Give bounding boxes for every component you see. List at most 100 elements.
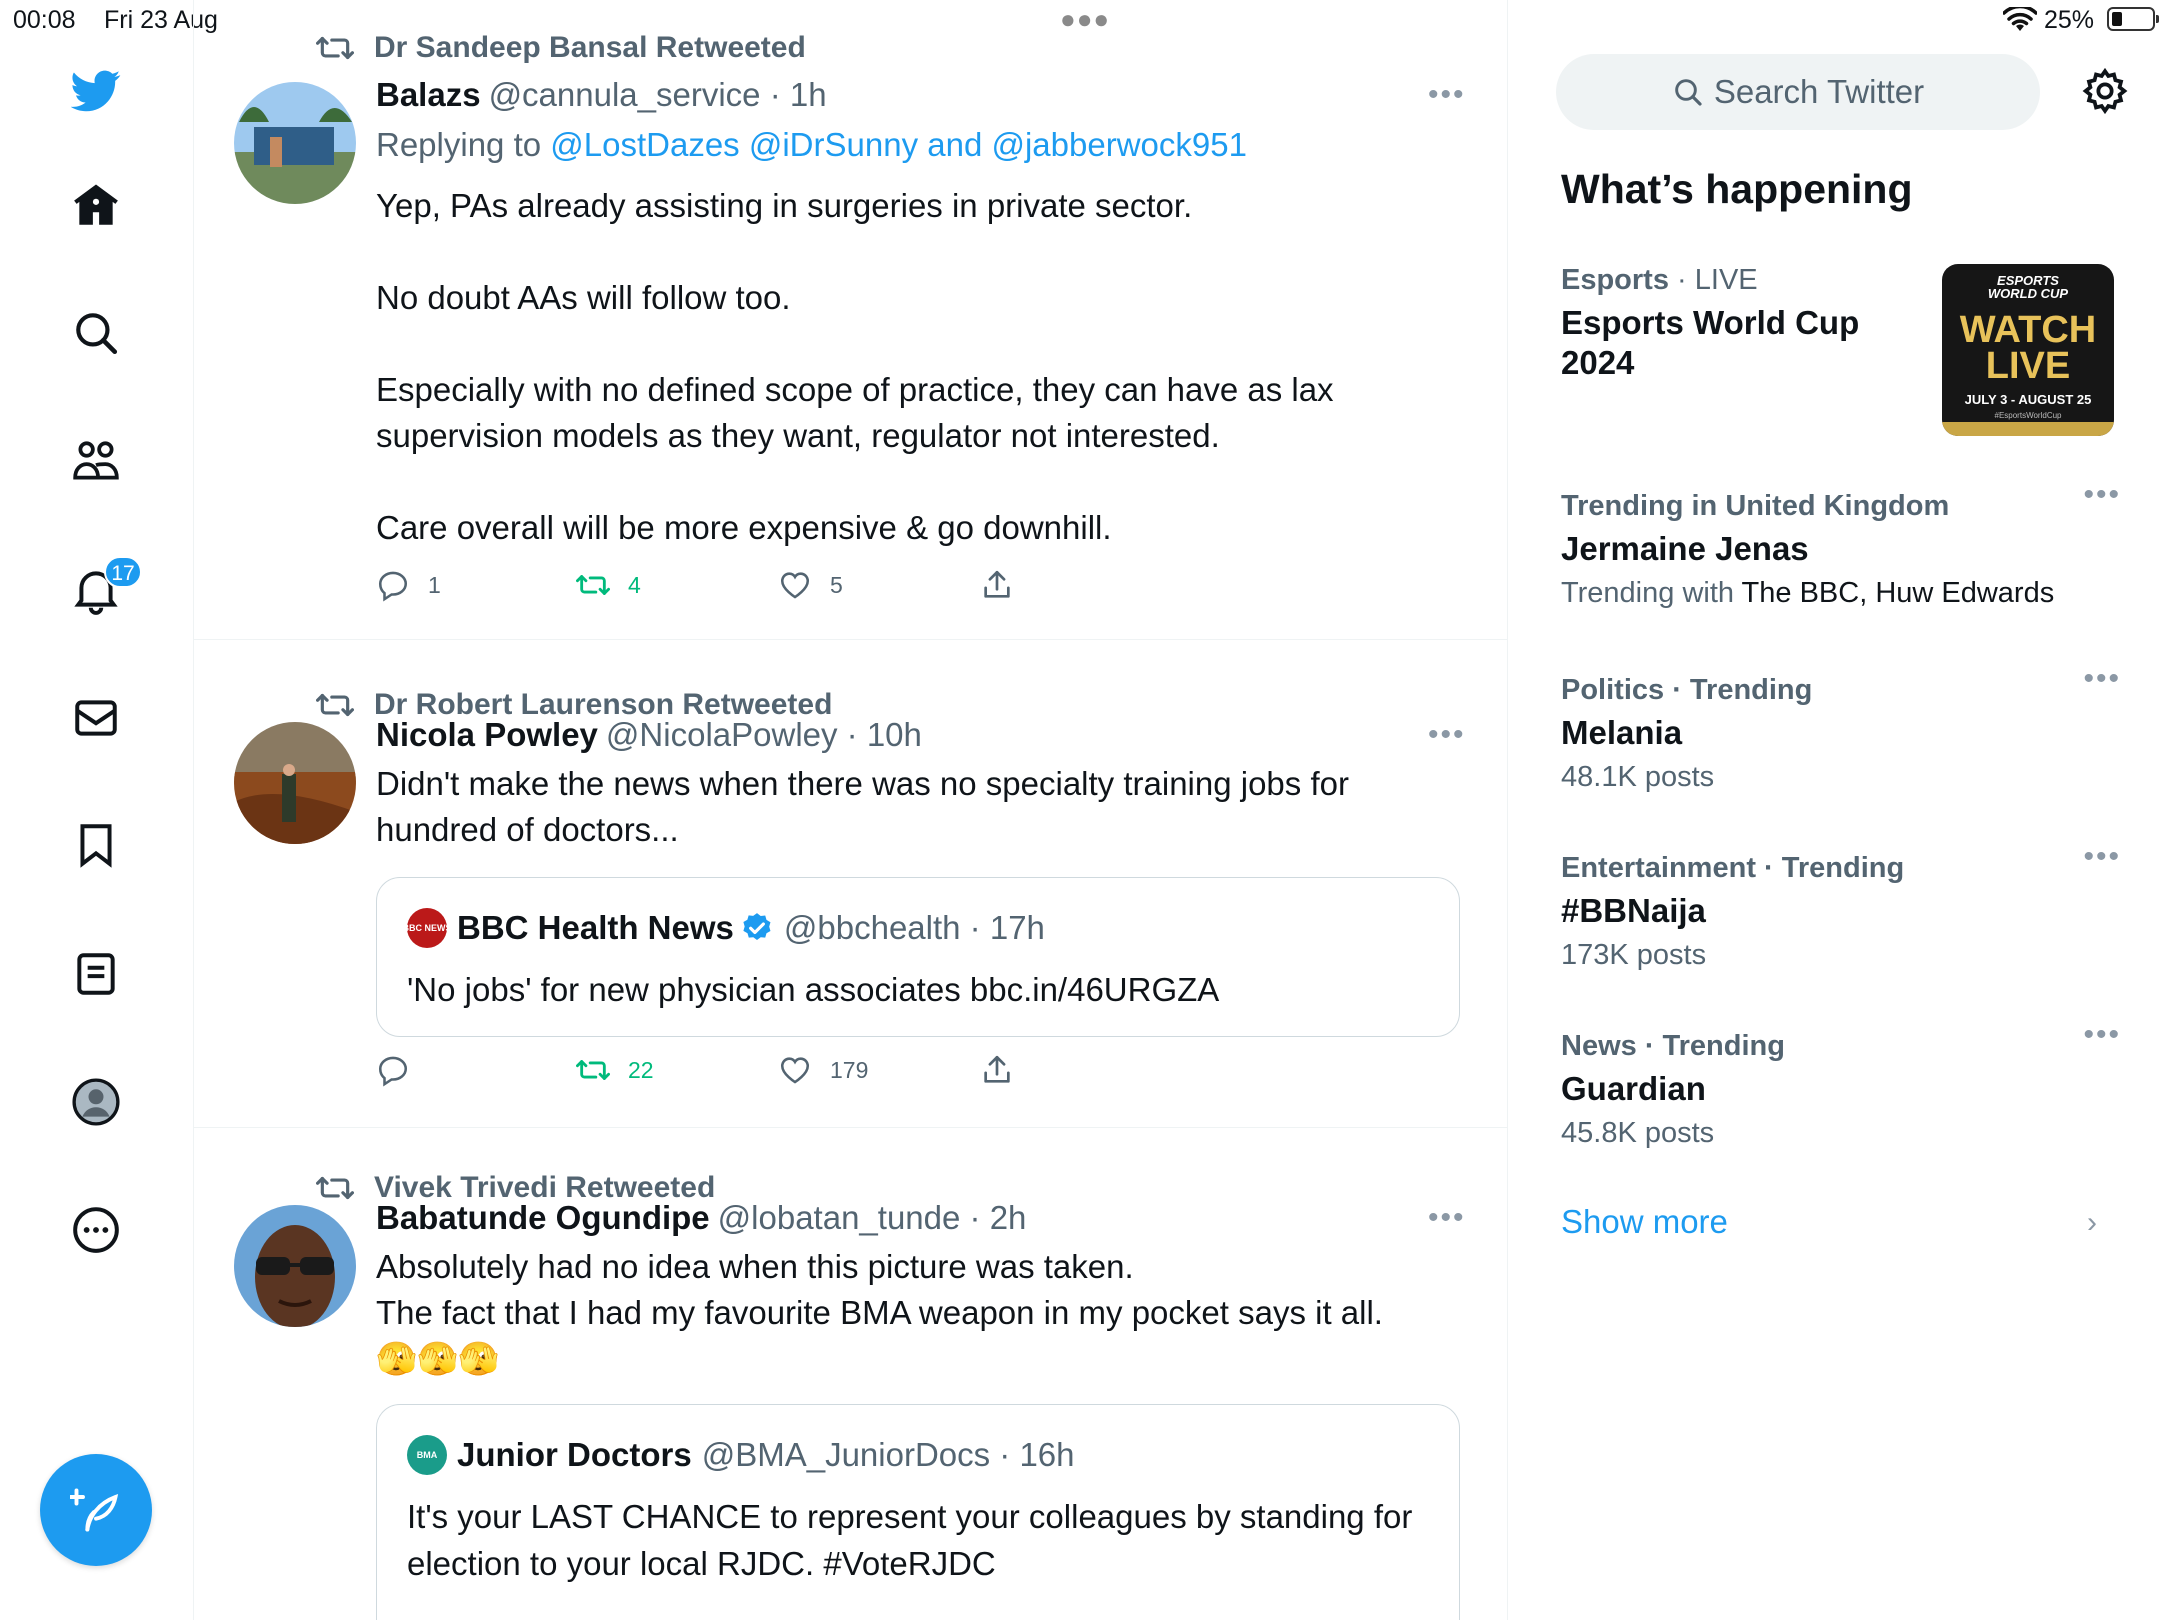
trend-item[interactable]: News · Trending Guardian 45.8K posts ••• xyxy=(1561,1020,2121,1150)
lists-icon[interactable] xyxy=(66,944,126,1004)
replying-handles[interactable]: @LostDazes @iDrSunny and @jabberwock951 xyxy=(550,126,1247,163)
trend-more-button[interactable]: ••• xyxy=(2083,1020,2121,1050)
retweet-icon xyxy=(576,575,610,595)
trend-with-value: The BBC, Huw Edwards xyxy=(1741,577,2055,609)
like-icon xyxy=(780,572,810,599)
tweet-text: Yep, PAs already assisting in surgeries … xyxy=(376,183,1426,551)
tweet-more-button[interactable]: ••• xyxy=(1428,80,1468,114)
trend-topic: Jermaine Jenas xyxy=(1561,530,1809,567)
avatar[interactable] xyxy=(234,722,356,844)
retweet-button[interactable]: 22 xyxy=(576,1053,654,1087)
tweet-actions: 1 4 5 xyxy=(376,568,1276,608)
tweet-text-line xyxy=(376,459,1426,505)
trend-count: 45.8K posts xyxy=(1561,1117,1715,1149)
like-button[interactable]: 5 xyxy=(778,568,843,602)
quote-text: 'No jobs' for new physician associates b… xyxy=(407,971,1220,1008)
search-placeholder: Search Twitter xyxy=(1713,73,1925,110)
trend-more-button[interactable]: ••• xyxy=(2083,842,2121,872)
retweet-icon xyxy=(316,693,354,717)
tweet[interactable]: Dr Sandeep Bansal Retweeted Balazs @cannu… xyxy=(194,0,1507,640)
live-label: · LIVE xyxy=(1668,264,1758,296)
chevron-right-icon: › xyxy=(2087,1206,2097,1239)
tweet-text-line xyxy=(376,321,1426,367)
handle-time[interactable]: @cannula_service · 1h xyxy=(489,76,827,113)
reply-icon xyxy=(378,571,408,602)
share-icon xyxy=(984,1055,1010,1083)
retweet-context: Dr Sandeep Bansal Retweeted xyxy=(316,30,806,66)
retweet-icon xyxy=(316,1176,354,1200)
tweet-actions: 22 179 xyxy=(376,1053,1276,1093)
trend-item-esports[interactable]: Esports · LIVE Esports World Cup 2024 xyxy=(1561,264,1941,383)
show-more-link[interactable]: Show more xyxy=(1561,1203,1728,1241)
thumb-strip xyxy=(1942,422,2114,436)
reply-button[interactable] xyxy=(376,1053,428,1087)
trend-more-button[interactable]: ••• xyxy=(2083,664,2121,694)
trend-category: Esports · LIVE xyxy=(1561,264,1941,297)
replying-label: Replying to xyxy=(376,126,551,163)
trend-topic: Esports World Cup 2024 xyxy=(1561,304,1860,381)
bookmarks-icon[interactable] xyxy=(66,815,126,875)
display-name[interactable]: Babatunde Ogundipe xyxy=(376,1199,710,1236)
trend-more-button[interactable]: ••• xyxy=(2083,480,2121,510)
tweet-more-button[interactable]: ••• xyxy=(1428,1203,1468,1237)
reply-button[interactable]: 1 xyxy=(376,568,441,602)
tweet-text: Absolutely had no idea when this picture… xyxy=(376,1244,1426,1382)
notifications-icon[interactable]: 17 xyxy=(66,556,142,620)
home-icon[interactable] xyxy=(66,176,126,236)
avatar[interactable] xyxy=(234,82,356,204)
tweet-more-button[interactable]: ••• xyxy=(1428,720,1468,754)
tweet-text-line: Especially with no defined scope of prac… xyxy=(376,371,1334,454)
messages-icon[interactable] xyxy=(66,688,126,748)
quoted-tweet[interactable]: BMA Junior Doctors @BMA_JuniorDocs · 16h… xyxy=(376,1404,1460,1620)
communities-icon[interactable] xyxy=(66,431,126,491)
tweet-header: Balazs @cannula_service · 1h xyxy=(376,76,827,114)
quote-text: It's your LAST CHANCE to represent your … xyxy=(407,1498,1413,1582)
display-name[interactable]: Nicola Powley xyxy=(376,716,598,753)
compose-icon xyxy=(70,1488,119,1532)
compose-button[interactable] xyxy=(40,1454,152,1566)
settings-icon[interactable] xyxy=(2080,66,2130,116)
tweet-header: Babatunde Ogundipe @lobatan_tunde · 2h xyxy=(376,1199,1026,1237)
share-button[interactable] xyxy=(980,1053,1032,1087)
retweet-count: 22 xyxy=(628,1056,654,1083)
twitter-logo-icon[interactable] xyxy=(66,60,126,120)
thumb-main-text: WATCH LIVE xyxy=(1959,309,2097,387)
handle-time[interactable]: @lobatan_tunde · 2h xyxy=(718,1199,1027,1236)
handle-time[interactable]: @NicolaPowley · 10h xyxy=(606,716,922,753)
trend-category: Politics · Trending xyxy=(1561,674,1813,706)
retweet-button[interactable]: 4 xyxy=(576,568,641,602)
like-button[interactable]: 179 xyxy=(778,1053,868,1087)
trend-category: Entertainment · Trending xyxy=(1561,852,1905,884)
quote-avatar: BBC NEWS xyxy=(403,908,452,948)
thumb-dates: JULY 3 - AUGUST 25 xyxy=(1964,392,2092,407)
trend-item[interactable]: Politics · Trending Melania 48.1K posts … xyxy=(1561,664,2121,794)
trend-with-label: Trending with xyxy=(1561,577,1742,609)
replying-to: Replying to @LostDazes @iDrSunny and @ja… xyxy=(376,126,1247,164)
avatar[interactable] xyxy=(234,1205,356,1327)
like-count: 5 xyxy=(830,571,843,598)
trend-item[interactable]: Trending in United Kingdom Jermaine Jena… xyxy=(1561,480,2121,610)
verified-icon xyxy=(743,913,771,941)
quoted-tweet[interactable]: BBC NEWS BBC Health News @bbchealth · 17… xyxy=(376,877,1460,1037)
more-icon[interactable] xyxy=(66,1200,126,1260)
esports-thumbnail[interactable]: ESPORTS WORLD CUP WATCH LIVE JULY 3 - AU… xyxy=(1942,264,2114,436)
tweet-text-line: 🫣🫣🫣 xyxy=(376,1340,500,1377)
trend-topic: Guardian xyxy=(1561,1070,1706,1107)
search-icon[interactable] xyxy=(66,303,126,363)
search-input[interactable]: Search Twitter xyxy=(1556,54,2040,130)
whats-happening-title: What’s happening xyxy=(1561,166,1913,212)
tweet-text-line: Yep, PAs already assisting in surgeries … xyxy=(376,187,1193,224)
trend-item[interactable]: Entertainment · Trending #BBNaija 173K p… xyxy=(1561,842,2121,972)
share-icon xyxy=(984,570,1010,598)
tweet-text-line: No doubt AAs will follow too. xyxy=(376,279,791,316)
quote-display-name: Junior Doctors xyxy=(457,1436,692,1473)
profile-icon[interactable] xyxy=(66,1072,126,1132)
share-button[interactable] xyxy=(980,568,1032,602)
tweet[interactable]: Dr Robert Laurenson Retweeted Nicola Pow… xyxy=(194,640,1507,1128)
display-name[interactable]: Balazs xyxy=(376,76,481,113)
trend-with: Trending with The BBC, Huw Edwards xyxy=(1561,577,2121,610)
trend-category: Trending in United Kingdom xyxy=(1561,490,1950,522)
trend-category-label: Esports xyxy=(1561,264,1669,296)
trend-topic: #BBNaija xyxy=(1561,892,1706,929)
tweet[interactable]: Vivek Trivedi Retweeted Babatunde Ogundi… xyxy=(194,1128,1507,1620)
